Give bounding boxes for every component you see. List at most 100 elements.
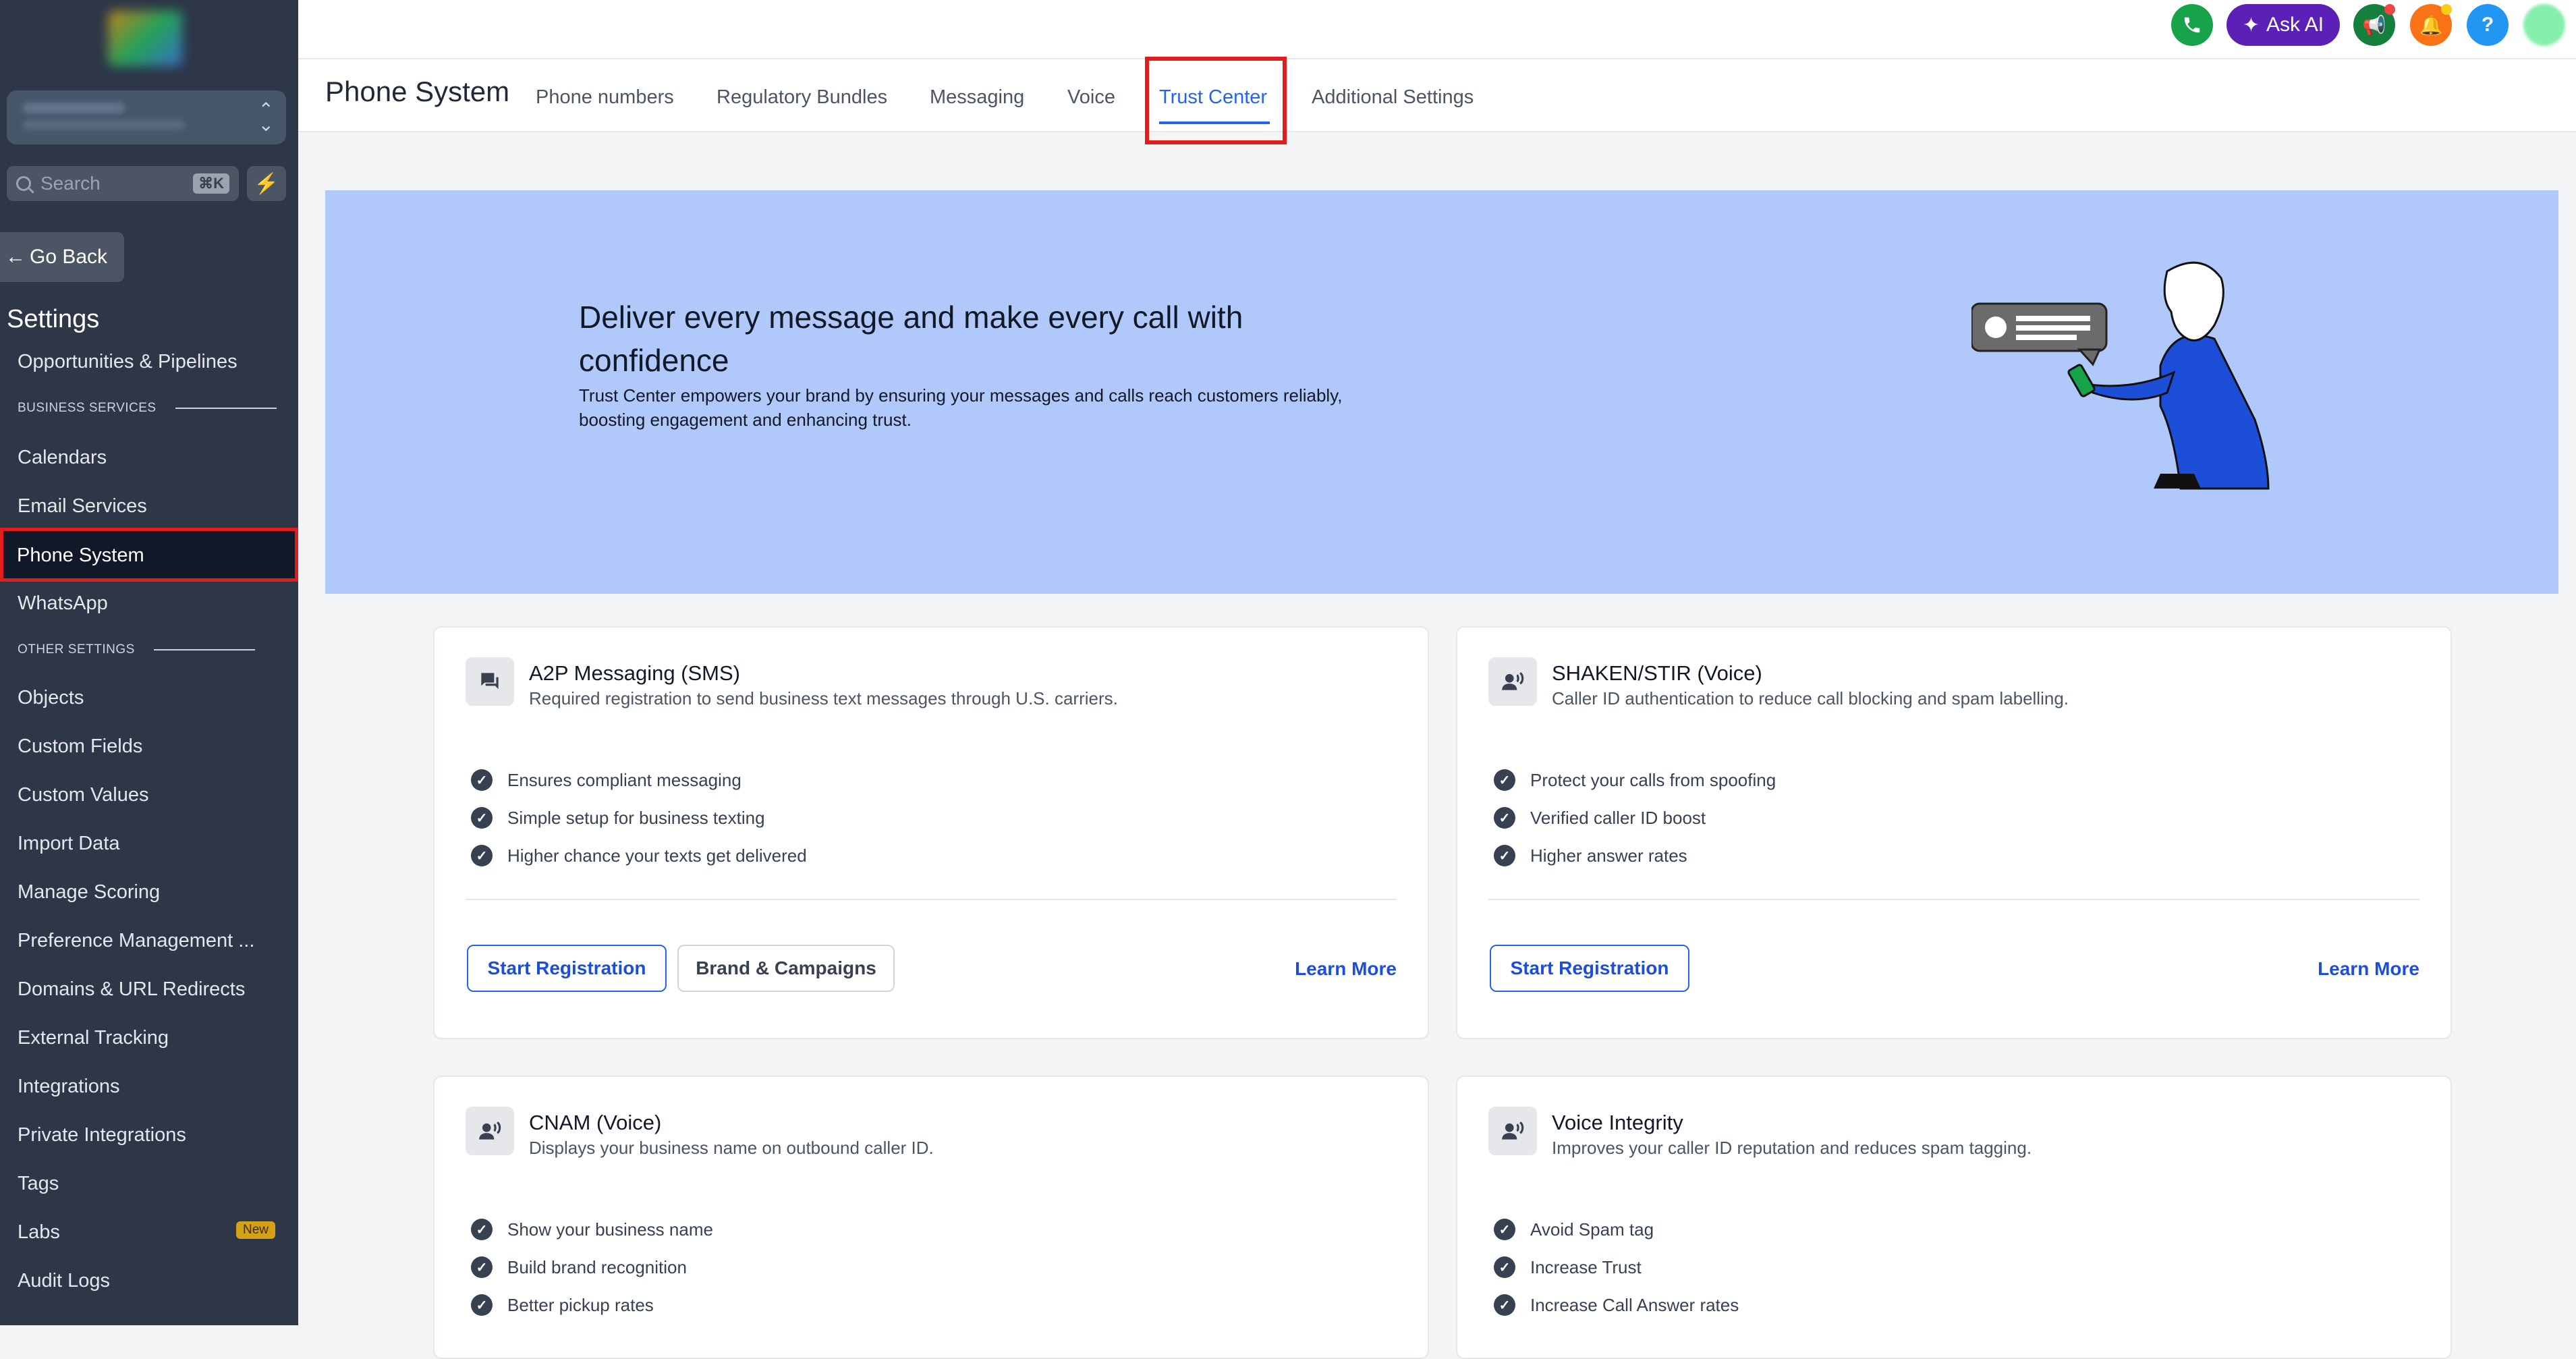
feature-label: Build brand recognition (507, 1256, 687, 1277)
app-logo[interactable] (108, 11, 182, 66)
check-circle-icon: ✓ (471, 845, 493, 866)
feature-label: Increase Call Answer rates (1530, 1294, 1739, 1315)
account-name (23, 103, 124, 113)
sidebar-item-email-services[interactable]: Email Services (18, 495, 147, 518)
brand-campaigns-button[interactable]: Brand & Campaigns (677, 945, 895, 992)
sidebar-item-external-tracking[interactable]: External Tracking (18, 1027, 169, 1049)
banner-title: Deliver every message and make every cal… (579, 300, 1243, 378)
feature-item: ✓ Increase Trust (1494, 1256, 1642, 1278)
arrow-left-icon: ← (5, 246, 26, 268)
tab-trust-center[interactable]: Trust Center (1159, 86, 1267, 109)
help-icon: ? (2481, 13, 2494, 36)
card-subtitle: Required registration to send business t… (529, 688, 1118, 709)
avatar[interactable] (2523, 4, 2565, 46)
sidebar-item-phone-system[interactable]: Phone System (0, 528, 298, 582)
sidebar-item-opportunities[interactable]: Opportunities & Pipelines (18, 351, 237, 373)
card-subtitle: Improves your caller ID reputation and r… (1552, 1138, 2032, 1158)
feature-item: ✓ Ensures compliant messaging (471, 769, 741, 791)
feature-label: Protect your calls from spoofing (1530, 769, 1776, 790)
check-circle-icon: ✓ (1494, 769, 1515, 791)
check-circle-icon: ✓ (1494, 1294, 1515, 1316)
card-title: CNAM (Voice) (529, 1111, 662, 1134)
voice-person-icon (1488, 657, 1537, 706)
divider (466, 899, 1397, 900)
feature-item: ✓ Avoid Spam tag (1494, 1219, 1654, 1240)
go-back-button[interactable]: ← Go Back (0, 232, 124, 282)
ask-ai-button[interactable]: ✦ Ask AI (2227, 4, 2340, 46)
search-icon (16, 176, 31, 191)
start-registration-button[interactable]: Start Registration (467, 945, 667, 992)
active-tab-indicator (1159, 121, 1270, 124)
feature-label: Show your business name (507, 1219, 713, 1240)
sidebar-item-calendars[interactable]: Calendars (18, 447, 107, 469)
feature-item: ✓ Show your business name (471, 1219, 713, 1240)
voice-person-icon (1488, 1107, 1537, 1155)
feature-label: Verified caller ID boost (1530, 807, 1706, 828)
feature-label: Simple setup for business texting (507, 807, 765, 828)
section-label: OTHER SETTINGS (18, 642, 135, 657)
feature-label: Increase Trust (1530, 1256, 1642, 1277)
quick-action-button[interactable]: ⚡ (247, 166, 286, 201)
sidebar-item-domains[interactable]: Domains & URL Redirects (18, 978, 245, 1001)
help-button[interactable]: ? (2467, 4, 2509, 46)
sidebar-item-manage-scoring[interactable]: Manage Scoring (18, 881, 160, 904)
section-label: BUSINESS SERVICES (18, 401, 157, 415)
sidebar-item-label: Phone System (17, 545, 144, 566)
sidebar-item-whatsapp[interactable]: WhatsApp (18, 592, 108, 615)
sidebar-item-preference-management[interactable]: Preference Management ... (18, 930, 254, 952)
feature-item: ✓ Higher chance your texts get delivered (471, 845, 807, 866)
learn-more-link[interactable]: Learn More (2318, 958, 2419, 980)
check-circle-icon: ✓ (471, 807, 493, 829)
divider (153, 649, 255, 650)
feature-item: ✓ Simple setup for business texting (471, 807, 765, 829)
sidebar-item-labs[interactable]: Labs (18, 1221, 60, 1244)
card-a2p-messaging: A2P Messaging (SMS) Required registratio… (433, 626, 1429, 1039)
check-circle-icon: ✓ (471, 1294, 493, 1316)
feature-label: Better pickup rates (507, 1294, 654, 1315)
start-registration-button[interactable]: Start Registration (1490, 945, 1689, 992)
card-subtitle: Displays your business name on outbound … (529, 1138, 934, 1158)
card-shaken-stir: SHAKEN/STIR (Voice) Caller ID authentica… (1456, 626, 2452, 1039)
feature-label: Higher chance your texts get delivered (507, 845, 807, 866)
sidebar-item-tags[interactable]: Tags (18, 1173, 59, 1195)
feature-item: ✓ Verified caller ID boost (1494, 807, 1706, 829)
feature-label: Ensures compliant messaging (507, 769, 741, 790)
section-other-settings: OTHER SETTINGS (18, 642, 255, 657)
search-shortcut: ⌘K (193, 173, 229, 194)
sidebar-item-custom-values[interactable]: Custom Values (18, 784, 149, 806)
sidebar-item-integrations[interactable]: Integrations (18, 1076, 120, 1098)
tab-voice[interactable]: Voice (1067, 86, 1115, 109)
feature-item: ✓ Build brand recognition (471, 1256, 687, 1278)
sidebar-item-private-integrations[interactable]: Private Integrations (18, 1124, 186, 1146)
new-badge: New (236, 1221, 276, 1239)
phone-icon (2184, 17, 2200, 33)
notification-dot (2441, 4, 2452, 15)
banner-subtitle: Trust Center empowers your brand by ensu… (579, 385, 1343, 430)
check-circle-icon: ✓ (471, 769, 493, 791)
tab-phone-numbers[interactable]: Phone numbers (536, 86, 674, 109)
chat-icon (466, 657, 514, 706)
sidebar-item-custom-fields[interactable]: Custom Fields (18, 736, 142, 758)
tab-messaging[interactable]: Messaging (930, 86, 1024, 109)
sparkle-icon: ✦ (2242, 13, 2260, 36)
feature-label: Avoid Spam tag (1530, 1219, 1654, 1240)
phone-button[interactable] (2171, 4, 2213, 46)
search-placeholder: Search (40, 173, 101, 194)
check-circle-icon: ✓ (1494, 845, 1515, 866)
sidebar-item-import-data[interactable]: Import Data (18, 833, 120, 855)
check-circle-icon: ✓ (471, 1219, 493, 1240)
sidebar-item-objects[interactable]: Objects (18, 687, 84, 709)
card-voice-integrity: Voice Integrity Improves your caller ID … (1456, 1076, 2452, 1359)
divider (175, 408, 277, 409)
learn-more-link[interactable]: Learn More (1295, 958, 1397, 980)
lightning-icon: ⚡ (254, 172, 279, 195)
feature-item: ✓ Increase Call Answer rates (1494, 1294, 1739, 1316)
check-circle-icon: ✓ (471, 1256, 493, 1278)
account-switcher[interactable]: ⌃ ⌄ (7, 90, 286, 144)
tab-regulatory-bundles[interactable]: Regulatory Bundles (717, 86, 887, 109)
go-back-label: Go Back (30, 246, 108, 268)
account-address (23, 120, 185, 130)
tab-additional-settings[interactable]: Additional Settings (1312, 86, 1474, 109)
search-input[interactable]: Search ⌘K (7, 166, 239, 201)
sidebar-item-audit-logs[interactable]: Audit Logs (18, 1270, 110, 1292)
